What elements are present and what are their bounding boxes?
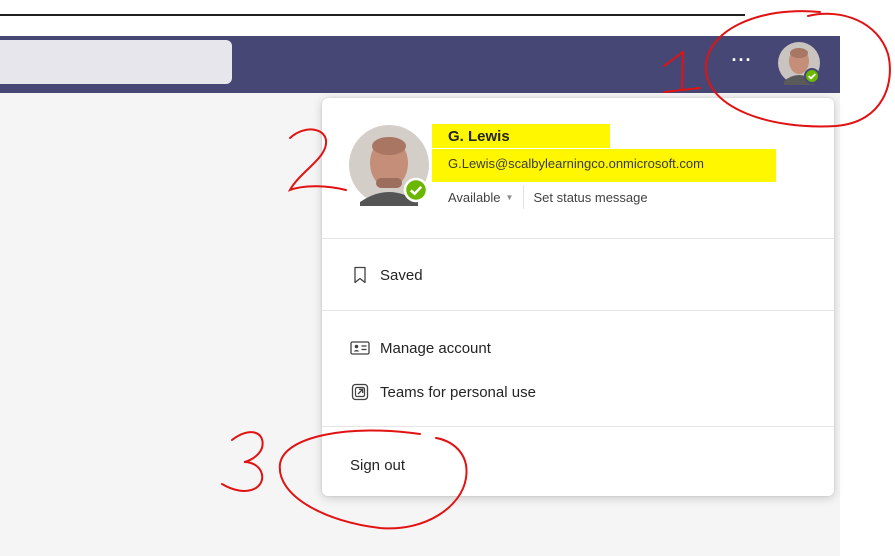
sign-out-menu-item[interactable]: Sign out xyxy=(322,447,834,483)
set-status-message-button[interactable]: Set status message xyxy=(533,190,647,205)
status-separator xyxy=(523,185,525,209)
menu-divider xyxy=(322,310,834,311)
saved-menu-item[interactable]: Saved xyxy=(322,257,834,293)
profile-avatar xyxy=(348,124,430,206)
manage-account-label: Manage account xyxy=(380,339,491,357)
sign-out-label: Sign out xyxy=(350,456,406,474)
search-box[interactable] xyxy=(0,40,232,84)
open-external-icon xyxy=(350,382,370,402)
status-label: Available xyxy=(448,189,501,205)
chevron-down-icon: ▼ xyxy=(505,192,514,202)
bookmark-icon xyxy=(350,265,370,285)
avatar-photo-icon xyxy=(349,125,429,206)
user-email: G.Lewis@scalbylearningco.onmicrosoft.com xyxy=(448,156,704,171)
manage-account-menu-item[interactable]: Manage account xyxy=(322,330,834,366)
teams-personal-menu-item[interactable]: Teams for personal use xyxy=(322,374,834,410)
menu-divider xyxy=(322,426,834,427)
avatar-photo-icon xyxy=(778,42,820,85)
more-options-button[interactable]: ··· xyxy=(724,46,760,80)
saved-label: Saved xyxy=(380,266,423,284)
profile-avatar-button[interactable] xyxy=(777,41,821,85)
teams-personal-label: Teams for personal use xyxy=(380,383,536,401)
menu-divider xyxy=(322,238,834,239)
profile-menu: G. Lewis G.Lewis@scalbylearningco.onmicr… xyxy=(322,98,834,496)
status-dropdown[interactable]: Available ▼ xyxy=(448,190,523,205)
contact-card-icon xyxy=(350,338,370,358)
user-name: G. Lewis xyxy=(448,128,510,145)
top-rule-line xyxy=(0,14,745,16)
status-row: Available ▼ Set status message xyxy=(448,185,648,209)
